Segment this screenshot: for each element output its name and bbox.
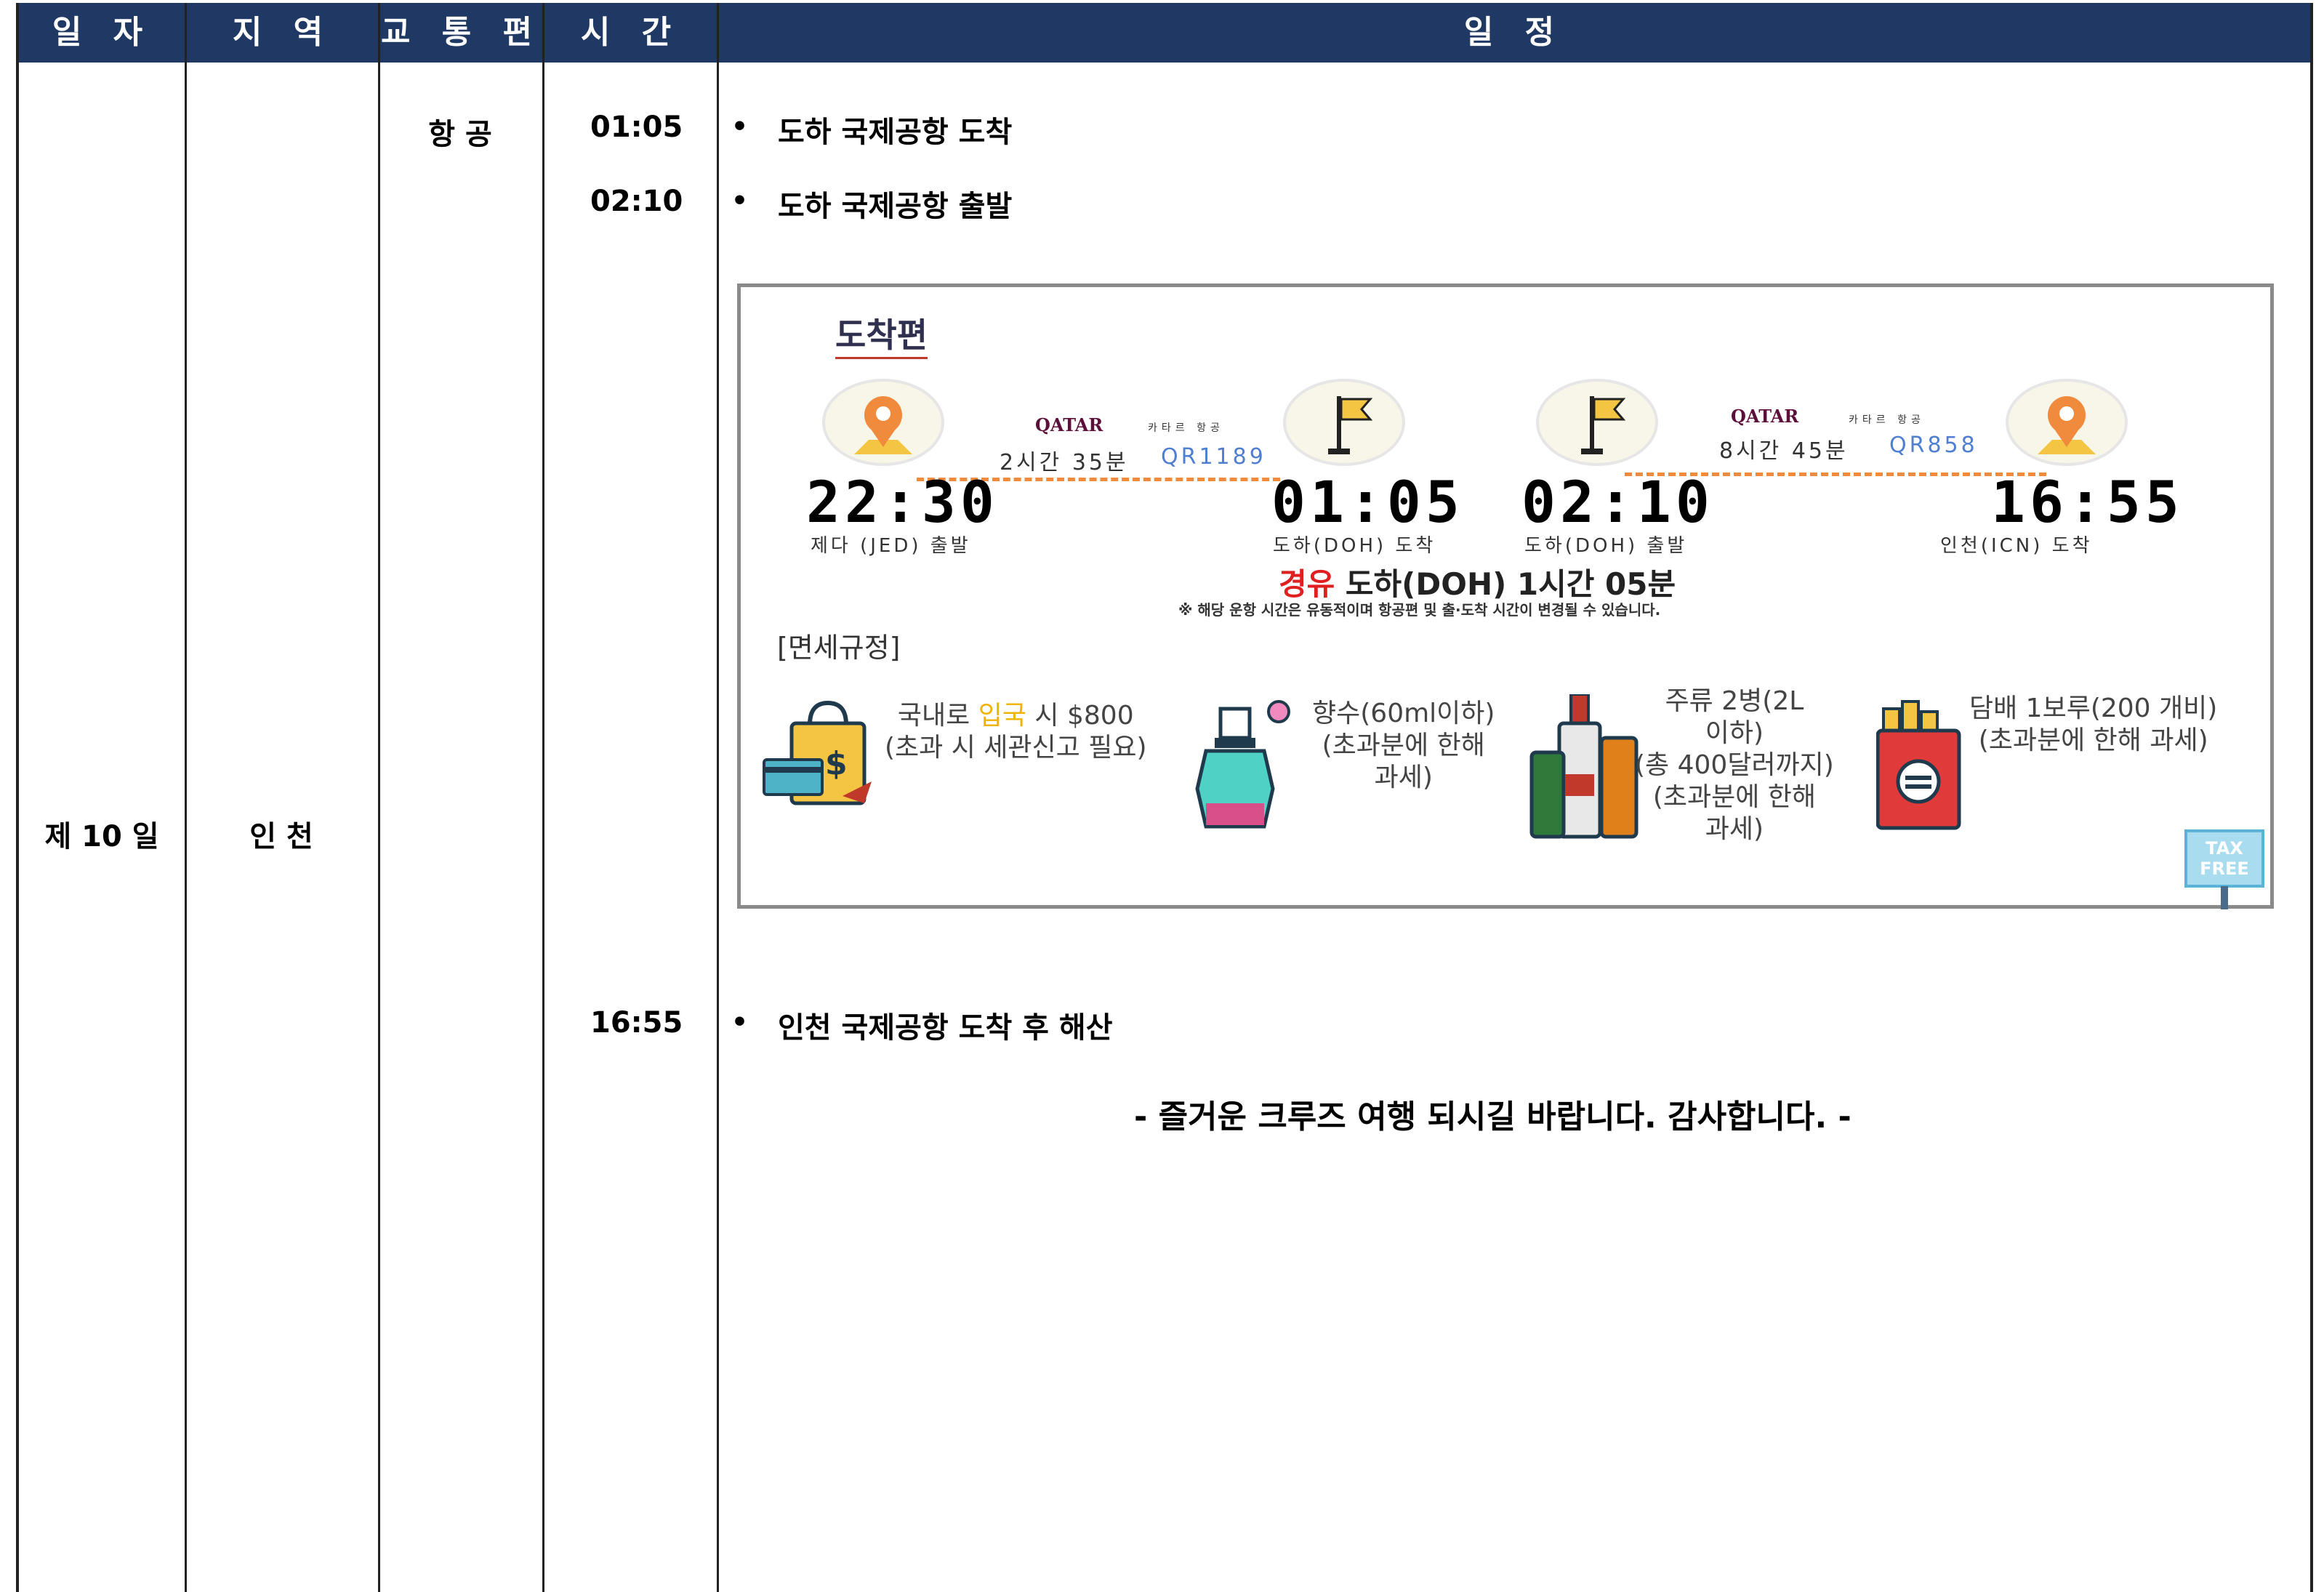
arrival-time: 01:05	[1271, 470, 1464, 536]
entry-text: 도하 국제공항 출발	[778, 190, 1013, 223]
duty-item-allowance: 국내로 입국 시 $800 (초과 시 세관신고 필요)	[885, 700, 1147, 764]
arrival-time: 16:55	[1991, 470, 2184, 536]
departure-time: 22:30	[806, 470, 999, 536]
layover-text: 도하(DOH) 1시간 05분	[1345, 566, 1676, 602]
duty-item-tobacco: 담배 1보루(200 개비) (초과분에 한해 과세)	[1969, 693, 2217, 757]
column-divider	[185, 3, 187, 1592]
tax-free-line2: FREE	[2200, 859, 2249, 879]
header-date: 일 자	[52, 14, 153, 51]
tax-free-sign-icon: TAX FREE	[2184, 829, 2266, 914]
duty-text: 과세)	[1705, 814, 1764, 844]
flag-icon	[1536, 379, 1658, 466]
bullet: •	[731, 1008, 749, 1037]
duty-text: (초과분에 한해	[1652, 782, 1817, 812]
arrival-flight-infographic: 도착편 QATAR 카타르 항공 2시간 35분 QR1189 22:30 제다…	[737, 284, 2274, 909]
arrival-label: 도하(DOH) 도착	[1273, 535, 1436, 557]
transport-label: 항 공	[428, 118, 492, 151]
header-region: 지 역	[232, 14, 334, 51]
flight-number: QR1189	[1161, 444, 1266, 470]
entry-time: 01:05	[590, 110, 683, 144]
bullet: •	[731, 186, 749, 216]
arrival-label: 인천(ICN) 도착	[1940, 535, 2093, 557]
duty-text: 시 $800	[1026, 701, 1134, 731]
duty-text: (초과분에 한해 과세)	[1978, 725, 2208, 755]
departure-time: 02:10	[1521, 470, 1714, 536]
departure-label: 도하(DOH) 출발	[1524, 535, 1688, 557]
entry-time: 16:55	[590, 1006, 683, 1040]
duty-item-perfume: 향수(60ml이하) (초과분에 한해 과세)	[1312, 698, 1495, 794]
duty-text: 국내로	[897, 701, 978, 731]
duty-text: 이하)	[1705, 718, 1764, 748]
duty-highlight: 입국	[978, 701, 1026, 731]
liquor-bottles-icon	[1526, 693, 1642, 843]
qatar-airways-logo: QATAR	[1731, 406, 1799, 427]
airline-name: 카타르 항공	[1148, 422, 1224, 434]
duty-text: (총 400달러까지)	[1635, 750, 1834, 780]
bullet: •	[731, 112, 749, 142]
entry-text: 인천 국제공항 도착 후 해산	[778, 1011, 1113, 1045]
airline-name: 카타르 항공	[1849, 414, 1925, 426]
table-header: 일 자 지 역 교 통 편 시 간 일 정	[19, 3, 2310, 63]
flight-duration: 8시간 45분	[1719, 438, 1849, 464]
header-time: 시 간	[580, 14, 682, 51]
day-label: 제 10 일	[44, 820, 159, 853]
flight-duration: 2시간 35분	[1000, 450, 1129, 475]
duty-text: 향수(60ml이하)	[1312, 699, 1495, 728]
tax-free-line1: TAX	[2206, 838, 2243, 859]
duty-text: 담배 1보루(200 개비)	[1969, 694, 2218, 723]
column-divider	[542, 3, 544, 1592]
header-transport: 교 통 편	[380, 14, 543, 51]
duty-text: (초과 시 세관신고 필요)	[885, 733, 1147, 763]
column-divider	[717, 3, 719, 1592]
layover-prefix: 경유	[1279, 566, 1335, 602]
infographic-title: 도착편	[835, 309, 928, 359]
perfume-icon	[1191, 694, 1300, 835]
schedule-notice: ※ 해당 운항 시간은 유동적이며 항공편 및 출·도착 시간이 변경될 수 있…	[1178, 601, 1661, 619]
svg-text:$: $	[825, 745, 848, 782]
departure-pin-icon	[822, 379, 944, 466]
qatar-airways-logo: QATAR	[1035, 414, 1103, 435]
header-schedule: 일 정	[1463, 14, 1565, 51]
duty-text: (초과분에 한해	[1322, 731, 1485, 760]
arrival-pin-icon	[2006, 379, 2128, 466]
duty-item-liquor: 주류 2병(2L 이하) (총 400달러까지) (초과분에 한해 과세)	[1635, 686, 1834, 845]
flag-icon	[1283, 379, 1405, 466]
column-divider	[378, 3, 380, 1592]
duty-free-title: [면세규정]	[777, 632, 901, 664]
cigarette-pack-icon	[1875, 694, 1963, 835]
region-label: 인 천	[249, 820, 313, 853]
entry-time: 02:10	[590, 185, 683, 218]
duty-text: 주류 2병(2L	[1665, 686, 1804, 716]
duty-text: 과세)	[1374, 763, 1433, 792]
entry-text: 도하 국제공항 도착	[778, 116, 1013, 149]
shopping-bag-icon: $	[763, 694, 886, 821]
departure-label: 제다 (JED) 출발	[811, 535, 971, 557]
layover-info: 경유 도하(DOH) 1시간 05분	[1279, 560, 1676, 604]
closing-message: - 즐거운 크루즈 여행 되시길 바랍니다. 감사합니다. -	[1134, 1098, 1851, 1135]
flight-number: QR858	[1889, 433, 1978, 458]
